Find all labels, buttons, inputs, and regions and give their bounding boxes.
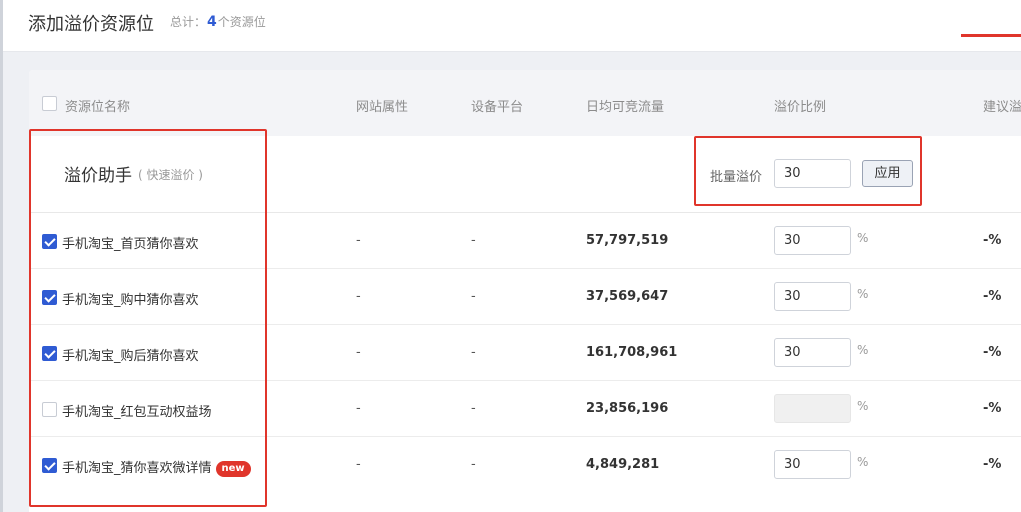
summary-prefix: 总计： bbox=[170, 15, 207, 29]
site-attr: - bbox=[356, 401, 361, 416]
device-platform: - bbox=[471, 457, 476, 472]
col-header-rate: 溢价比例 bbox=[774, 100, 827, 115]
col-header-name: 资源位名称 bbox=[65, 100, 131, 115]
daily-traffic: 161,708,961 bbox=[586, 345, 678, 360]
header-bar: 添加溢价资源位 总计： 4 个资源位 bbox=[3, 0, 1021, 52]
premium-rate-input[interactable]: 30 bbox=[774, 282, 851, 311]
daily-traffic: 37,569,647 bbox=[586, 289, 669, 304]
premium-rate-input[interactable]: 30 bbox=[774, 226, 851, 255]
col-header-traffic: 日均可竞流量 bbox=[586, 100, 665, 115]
site-attr: - bbox=[356, 233, 361, 248]
daily-traffic: 23,856,196 bbox=[586, 401, 669, 416]
daily-traffic: 4,849,281 bbox=[586, 457, 660, 472]
device-platform: - bbox=[471, 233, 476, 248]
percent-sign: % bbox=[857, 455, 869, 469]
percent-sign: % bbox=[857, 343, 869, 357]
premium-rate-input-disabled bbox=[774, 394, 851, 423]
select-all-checkbox[interactable] bbox=[42, 96, 57, 111]
highlight-box-batch-premium bbox=[694, 136, 922, 206]
suggested-rate: -% bbox=[983, 401, 1002, 416]
col-header-platform: 设备平台 bbox=[471, 100, 524, 115]
summary-count: 总计： 4 个资源位 bbox=[170, 13, 266, 30]
site-attr: - bbox=[356, 289, 361, 304]
suggested-rate: -% bbox=[983, 457, 1002, 472]
premium-rate-input[interactable]: 30 bbox=[774, 338, 851, 367]
percent-sign: % bbox=[857, 287, 869, 301]
site-attr: - bbox=[356, 345, 361, 360]
site-attr: - bbox=[356, 457, 361, 472]
active-tab-indicator bbox=[961, 34, 1021, 37]
summary-suffix: 个资源位 bbox=[217, 15, 266, 29]
left-edge-strip bbox=[0, 0, 3, 512]
percent-sign: % bbox=[857, 231, 869, 245]
device-platform: - bbox=[471, 345, 476, 360]
device-platform: - bbox=[471, 401, 476, 416]
suggested-rate: -% bbox=[983, 289, 1002, 304]
daily-traffic: 57,797,519 bbox=[586, 233, 669, 248]
page-title: 添加溢价资源位 bbox=[28, 14, 154, 35]
device-platform: - bbox=[471, 289, 476, 304]
table-header: 资源位名称 网站属性 设备平台 日均可竞流量 溢价比例 建议溢 bbox=[29, 70, 1021, 136]
suggested-rate: -% bbox=[983, 233, 1002, 248]
percent-sign: % bbox=[857, 399, 869, 413]
highlight-box-resource-column bbox=[29, 129, 267, 507]
col-header-site: 网站属性 bbox=[356, 100, 409, 115]
col-header-suggest: 建议溢 bbox=[983, 100, 1021, 115]
premium-rate-input[interactable]: 30 bbox=[774, 450, 851, 479]
suggested-rate: -% bbox=[983, 345, 1002, 360]
summary-number: 4 bbox=[207, 14, 217, 30]
